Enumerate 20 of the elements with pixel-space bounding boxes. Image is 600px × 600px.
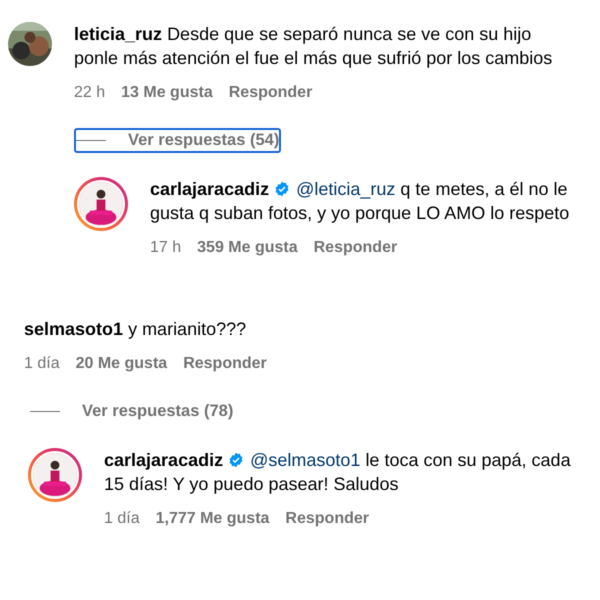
like-count: 20 Me gusta	[76, 355, 168, 373]
comment-time: 1 día	[104, 510, 140, 528]
like-count: 359 Me gusta	[197, 239, 298, 257]
like-count: 1,777 Me gusta	[156, 510, 270, 528]
comment-time: 17 h	[150, 239, 182, 257]
reply-link[interactable]: Responder	[183, 355, 267, 373]
reply-link[interactable]: Responder	[228, 84, 312, 102]
comment-text: carlajaracadiz @leticia_ruz q te metes, a él no le gusta q suban fotos, y yo porque LO AMO lo respeto	[150, 178, 570, 225]
reply-link[interactable]: Responder	[285, 510, 369, 528]
comment-time: 22 h	[74, 84, 106, 102]
comment-text: selmasoto1 y marianito???	[24, 318, 248, 341]
view-replies-button[interactable]: Ver respuestas (54)	[74, 128, 282, 153]
comment-text: carlajaracadiz @selmasoto1 le toca con su papá, cada 15 días! Y yo puedo pasear! Saludos	[104, 449, 572, 496]
reply-link[interactable]: Responder	[314, 239, 398, 257]
like-count: 13 Me gusta	[121, 84, 213, 102]
verified-badge-icon	[228, 452, 244, 468]
view-replies-button[interactable]: Ver respuestas (78)	[28, 399, 236, 424]
comment-text: leticia_ruz Desde que se separó nunca se ve con su hijo ponle más atención el fue el más que sufrió por los cambios	[74, 23, 554, 70]
comment-time: 1 día	[24, 355, 60, 373]
verified-badge-icon	[274, 181, 290, 197]
